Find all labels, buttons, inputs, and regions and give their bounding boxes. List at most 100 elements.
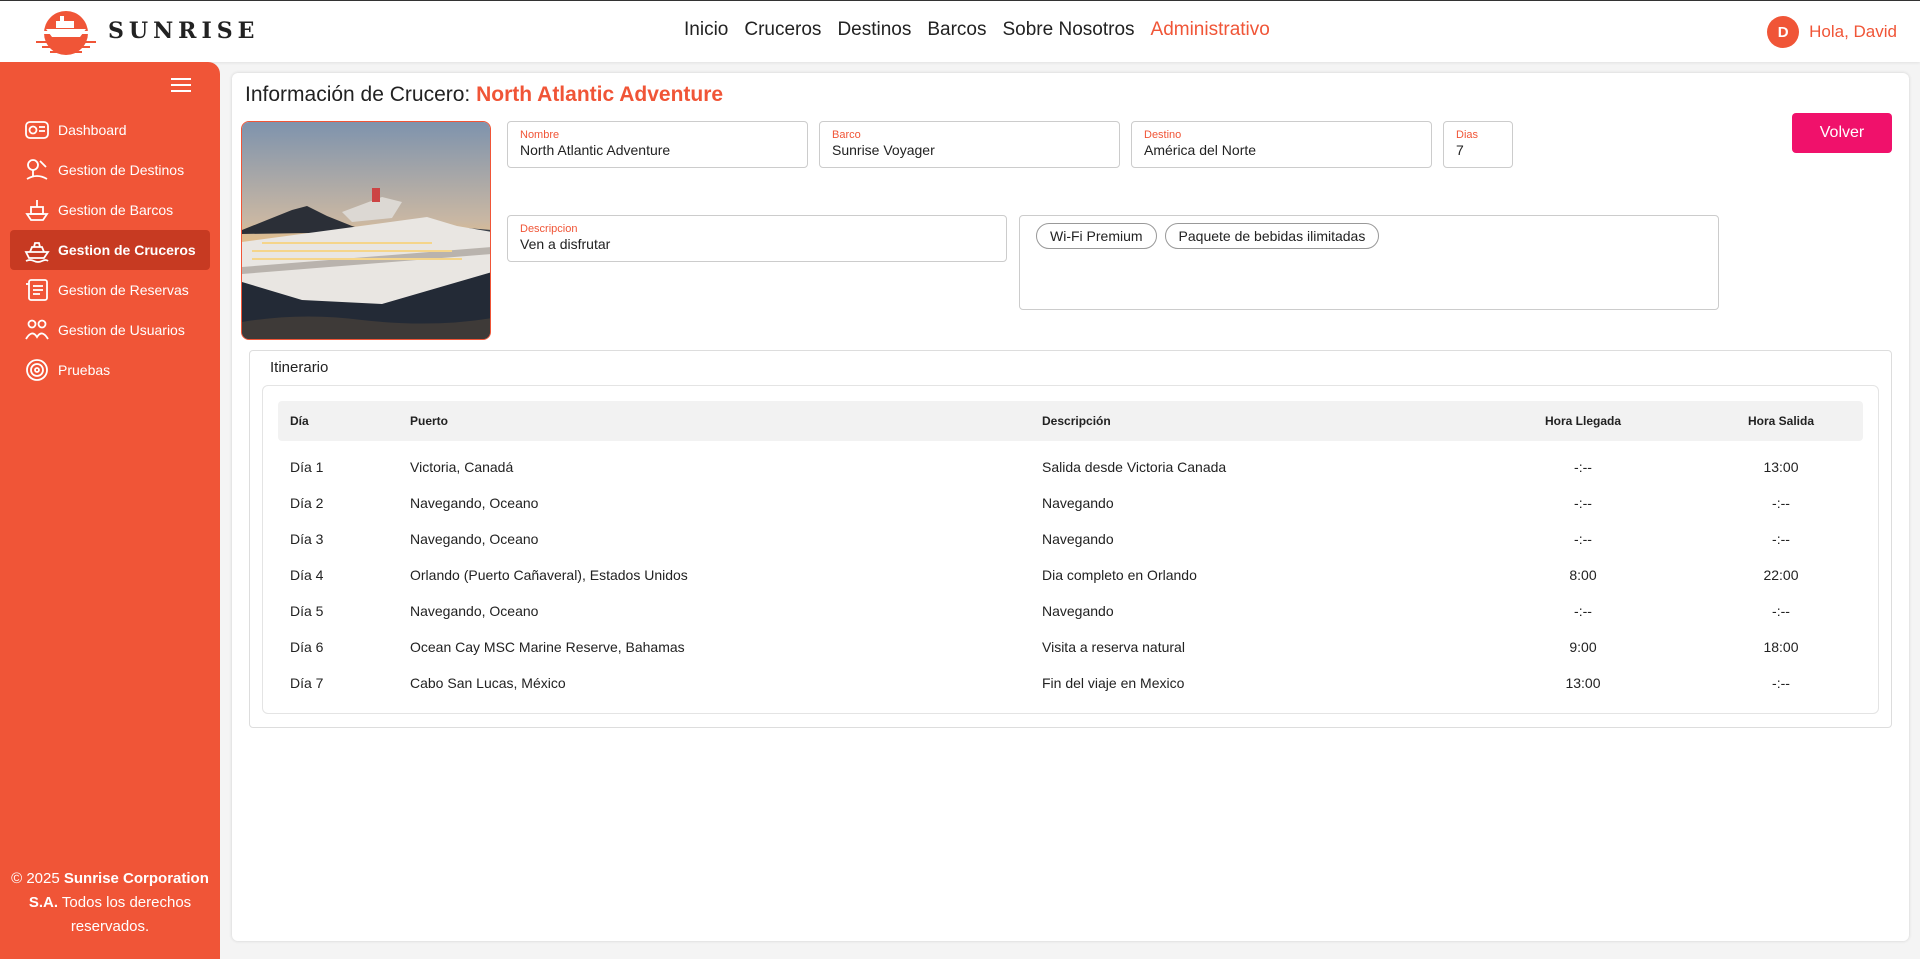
cell-hora-salida: -:-- <box>1772 603 1790 619</box>
cell-dia: Día 3 <box>290 531 324 547</box>
cell-puerto: Navegando, Oceano <box>410 531 539 547</box>
barco-value[interactable]: Sunrise Voyager <box>832 142 1107 158</box>
sidebar-menu: Dashboard Gestion de Destinos Gestion de… <box>10 110 210 390</box>
cell-dia: Día 5 <box>290 603 324 619</box>
cell-descripcion: Navegando <box>1042 531 1114 547</box>
nombre-label: Nombre <box>520 129 560 141</box>
sidebar-item-destinos[interactable]: Gestion de Destinos <box>10 150 210 190</box>
main-panel: Información de Crucero: North Atlantic A… <box>232 73 1909 941</box>
cell-puerto: Navegando, Oceano <box>410 495 539 511</box>
cell-dia: Día 2 <box>290 495 324 511</box>
sidebar-item-dashboard[interactable]: Dashboard <box>10 110 210 150</box>
nav-item-barcos[interactable]: Barcos <box>927 19 986 41</box>
sidebar-item-label: Pruebas <box>58 362 111 378</box>
cell-hora-salida: -:-- <box>1772 531 1790 547</box>
cell-puerto: Cabo San Lucas, México <box>410 675 566 691</box>
sidebar-item-usuarios[interactable]: Gestion de Usuarios <box>10 310 210 350</box>
cell-dia: Día 7 <box>290 675 324 691</box>
page-title: Información de Crucero: North Atlantic A… <box>245 83 723 107</box>
dias-field[interactable]: Dias 7 <box>1443 121 1513 168</box>
cell-hora-llegada: 13:00 <box>1565 675 1601 691</box>
sidebar-footer: © 2025 Sunrise Corporation S.A. Todos lo… <box>0 867 220 939</box>
sidebar-item-label: Gestion de Destinos <box>58 162 185 178</box>
sidebar-item-label: Gestion de Reservas <box>58 282 189 298</box>
table-row: Día 5 Navegando, Oceano Navegando -:-- -… <box>278 593 1863 629</box>
destino-field[interactable]: Destino América del Norte <box>1131 121 1432 168</box>
table-row: Día 2 Navegando, Oceano Navegando -:-- -… <box>278 485 1863 521</box>
nav-item-administrativo[interactable]: Administrativo <box>1151 19 1270 41</box>
cell-hora-salida: -:-- <box>1772 675 1790 691</box>
cell-puerto: Ocean Cay MSC Marine Reserve, Bahamas <box>410 639 685 655</box>
top-navbar: SUNRISE Inicio Cruceros Destinos Barcos … <box>0 0 1920 62</box>
user-greeting[interactable]: Hola, David <box>1809 22 1897 42</box>
ship-icon <box>25 200 49 221</box>
service-chip[interactable]: Paquete de bebidas ilimitadas <box>1164 223 1380 249</box>
sidebar-item-label: Dashboard <box>58 122 127 138</box>
services-chips: Wi-Fi Premium Paquete de bebidas ilimita… <box>1019 215 1719 310</box>
cell-puerto: Orlando (Puerto Cañaveral), Estados Unid… <box>410 567 688 583</box>
nav-item-cruceros[interactable]: Cruceros <box>744 19 821 41</box>
cell-hora-llegada: -:-- <box>1574 459 1592 475</box>
table-row: Día 7 Cabo San Lucas, México Fin del via… <box>278 665 1863 701</box>
cell-descripcion: Navegando <box>1042 603 1114 619</box>
table-header: Día Puerto Descripción Hora Llegada Hora… <box>278 401 1863 441</box>
header-dia: Día <box>290 414 309 428</box>
sidebar-item-barcos[interactable]: Gestion de Barcos <box>10 190 210 230</box>
page-title-cruise-name: North Atlantic Adventure <box>476 83 724 106</box>
service-chip[interactable]: Wi-Fi Premium <box>1036 223 1157 249</box>
cell-descripcion: Salida desde Victoria Canada <box>1042 459 1227 475</box>
descripcion-value[interactable]: Ven a disfrutar <box>520 236 994 252</box>
sidebar-item-label: Gestion de Usuarios <box>58 322 185 338</box>
nav-item-sobre-nosotros[interactable]: Sobre Nosotros <box>1003 19 1135 41</box>
dashboard-icon <box>25 121 49 139</box>
descripcion-field[interactable]: Descripcion Ven a disfrutar <box>507 215 1007 262</box>
sidebar-item-pruebas[interactable]: Pruebas <box>10 350 210 390</box>
volver-button[interactable]: Volver <box>1792 113 1892 153</box>
barco-label: Barco <box>832 129 861 141</box>
map-pin-icon <box>26 159 48 180</box>
dias-label: Dias <box>1456 129 1479 141</box>
sidebar-item-cruceros[interactable]: Gestion de Cruceros <box>10 230 210 270</box>
cell-dia: Día 6 <box>290 639 324 655</box>
reservations-icon <box>26 279 48 301</box>
cell-puerto: Victoria, Canadá <box>410 459 514 475</box>
nombre-field[interactable]: Nombre North Atlantic Adventure <box>507 121 808 168</box>
hamburger-menu-icon[interactable] <box>171 78 191 96</box>
cell-dia: Día 1 <box>290 459 324 475</box>
nombre-value[interactable]: North Atlantic Adventure <box>520 142 795 158</box>
header-hora-llegada: Hora Llegada <box>1544 414 1622 428</box>
sidebar-item-label: Gestion de Barcos <box>58 202 174 218</box>
user-menu[interactable]: D Hola, David <box>1767 16 1897 48</box>
page-title-prefix: Información de Crucero: <box>245 83 477 106</box>
nav-item-inicio[interactable]: Inicio <box>684 19 728 41</box>
descripcion-label: Descripcion <box>520 223 578 235</box>
footer-copyright: © 2025 <box>11 870 64 887</box>
brand-logo[interactable]: SUNRISE <box>30 7 259 55</box>
cell-descripcion: Visita a reserva natural <box>1042 639 1185 655</box>
cell-dia: Día 4 <box>290 567 324 583</box>
itinerary-section: Itinerario Día Puerto Descripción Hora L… <box>249 350 1892 728</box>
destino-value[interactable]: América del Norte <box>1144 142 1419 158</box>
cell-hora-salida: 18:00 <box>1763 639 1799 655</box>
table-row: Día 3 Navegando, Oceano Navegando -:-- -… <box>278 521 1863 557</box>
nav-item-destinos[interactable]: Destinos <box>837 19 911 41</box>
cell-hora-llegada: 9:00 <box>1569 639 1597 655</box>
table-row: Día 4 Orlando (Puerto Cañaveral), Estado… <box>278 557 1863 593</box>
cell-hora-llegada: -:-- <box>1574 495 1592 511</box>
footer-rights: Todos los derechos reservados. <box>58 894 192 935</box>
itinerary-table: Día Puerto Descripción Hora Llegada Hora… <box>262 385 1879 714</box>
sunrise-logo-icon <box>36 11 96 55</box>
cell-hora-salida: -:-- <box>1772 495 1790 511</box>
dias-value[interactable]: 7 <box>1456 142 1500 158</box>
main-nav: Inicio Cruceros Destinos Barcos Sobre No… <box>684 19 1270 41</box>
barco-field[interactable]: Barco Sunrise Voyager <box>819 121 1120 168</box>
cruise-image <box>241 121 491 340</box>
users-icon <box>25 319 49 340</box>
avatar[interactable]: D <box>1767 16 1800 48</box>
cell-hora-llegada: 8:00 <box>1569 567 1597 583</box>
cell-descripcion: Fin del viaje en Mexico <box>1042 675 1185 691</box>
sidebar-item-reservas[interactable]: Gestion de Reservas <box>10 270 210 310</box>
cell-hora-salida: 13:00 <box>1763 459 1799 475</box>
brand-name: SUNRISE <box>108 18 260 44</box>
itinerary-title: Itinerario <box>270 359 329 376</box>
